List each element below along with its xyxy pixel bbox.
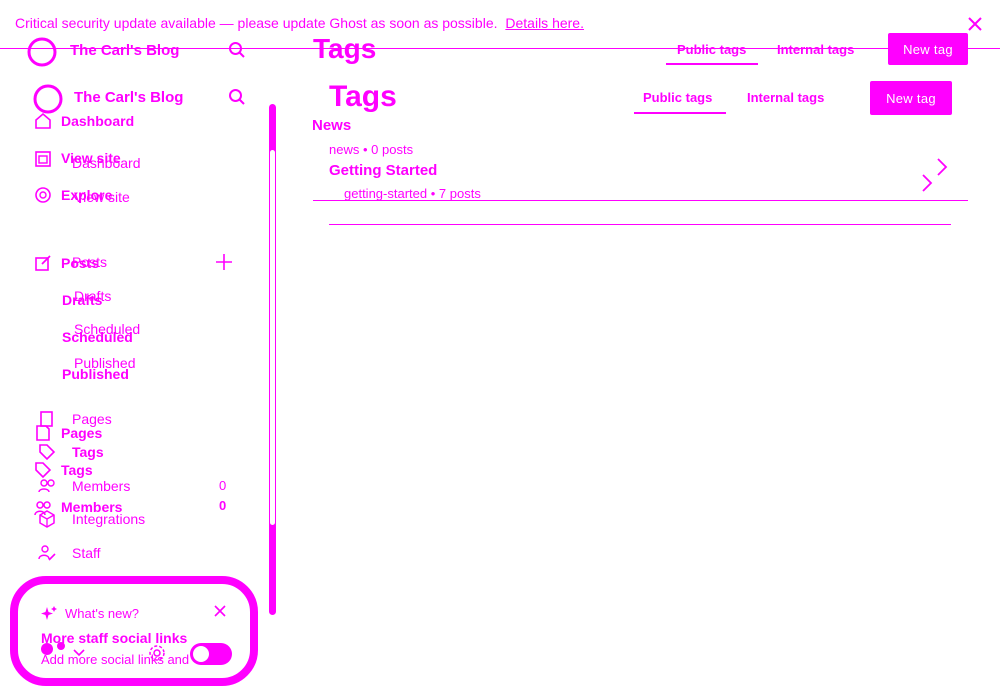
security-banner: Critical security update available — ple… bbox=[15, 15, 584, 31]
nav-published[interactable]: Published bbox=[74, 355, 136, 371]
site-logo-icon bbox=[32, 83, 64, 115]
tag-slug: news bbox=[329, 142, 360, 157]
tag-row-divider bbox=[329, 224, 951, 225]
ghost-nav-pages[interactable]: Pages bbox=[61, 425, 102, 441]
tag-name-getting-started[interactable]: Getting Started bbox=[329, 162, 437, 179]
tag-row-getting-started[interactable]: getting-started • 7 posts bbox=[344, 186, 481, 201]
ghost-posts-icon bbox=[34, 254, 52, 272]
sparkle-icon bbox=[40, 605, 58, 623]
user-avatar-icon[interactable] bbox=[40, 642, 68, 656]
nav-posts[interactable]: Posts bbox=[72, 254, 107, 270]
ghost-page-title: Tags bbox=[313, 33, 377, 64]
nav-pages[interactable]: Pages bbox=[72, 411, 112, 427]
ghost-search-icon[interactable] bbox=[228, 41, 246, 59]
integrations-icon bbox=[38, 510, 56, 528]
ghost-explore-icon bbox=[34, 186, 52, 204]
banner-text: Critical security update available — ple… bbox=[15, 15, 498, 31]
tag-row-divider bbox=[313, 200, 968, 201]
members-icon bbox=[38, 477, 56, 495]
tab-public-underline bbox=[634, 112, 726, 114]
tags-icon bbox=[38, 443, 56, 461]
whats-new-title: What's new? bbox=[65, 606, 140, 621]
ghost-site-title: The Carl's Blog bbox=[70, 42, 180, 59]
nav-tags[interactable]: Tags bbox=[72, 444, 104, 460]
tag-count: 7 posts bbox=[438, 186, 481, 201]
ghost-nav-tags[interactable]: Tags bbox=[61, 462, 93, 478]
ghost-dashboard-icon bbox=[34, 112, 52, 130]
sidebar-scrollbar-track bbox=[270, 150, 275, 525]
tab-internal-tags[interactable]: Internal tags bbox=[747, 90, 824, 105]
page-title: Tags bbox=[329, 80, 397, 113]
settings-gear-icon[interactable] bbox=[148, 644, 166, 662]
night-mode-toggle[interactable] bbox=[190, 643, 232, 665]
nav-integrations[interactable]: Integrations bbox=[72, 511, 145, 527]
chevron-right-icon[interactable] bbox=[920, 173, 934, 193]
add-post-plus-icon[interactable] bbox=[215, 253, 233, 271]
ghost-tab-public[interactable]: Public tags bbox=[677, 42, 746, 57]
ghost-tag-name-news[interactable]: News bbox=[312, 117, 351, 134]
tag-separator-dot: • bbox=[430, 186, 439, 201]
banner-details-link[interactable]: Details here. bbox=[505, 15, 584, 31]
ghost-new-tag-button[interactable]: New tag bbox=[888, 33, 968, 65]
ghost-nav-dashboard[interactable]: Dashboard bbox=[61, 113, 134, 129]
members-count: 0 bbox=[219, 478, 227, 493]
tag-count: 0 posts bbox=[371, 142, 414, 157]
nav-drafts[interactable]: Drafts bbox=[74, 288, 111, 304]
chevron-right-icon[interactable] bbox=[935, 157, 949, 177]
ghost-members-count: 0 bbox=[219, 498, 227, 513]
new-tag-button[interactable]: New tag bbox=[870, 81, 952, 115]
tag-separator-dot: • bbox=[362, 142, 372, 157]
staff-icon bbox=[38, 544, 56, 562]
site-title: The Carl's Blog bbox=[74, 89, 184, 106]
pages-icon bbox=[38, 410, 56, 428]
whats-new-close-icon[interactable] bbox=[213, 604, 227, 618]
tag-row-news[interactable]: news • 0 posts bbox=[329, 142, 413, 157]
ghost-tab-public-underline bbox=[666, 63, 758, 65]
nav-view-site[interactable]: View site bbox=[74, 189, 130, 205]
chevron-down-icon[interactable] bbox=[72, 646, 86, 660]
banner-close-icon[interactable] bbox=[966, 15, 984, 33]
tab-public-tags[interactable]: Public tags bbox=[643, 90, 712, 105]
nav-dashboard[interactable]: Dashboard bbox=[72, 155, 141, 171]
nav-scheduled[interactable]: Scheduled bbox=[74, 321, 140, 337]
nav-staff[interactable]: Staff bbox=[72, 545, 101, 561]
ghost-view-site-icon bbox=[34, 150, 52, 168]
tag-slug: getting-started bbox=[344, 186, 428, 201]
nav-members[interactable]: Members bbox=[72, 478, 130, 494]
search-icon[interactable] bbox=[228, 88, 246, 106]
ghost-tab-internal[interactable]: Internal tags bbox=[777, 42, 854, 57]
ghost-site-logo-icon bbox=[26, 36, 58, 68]
